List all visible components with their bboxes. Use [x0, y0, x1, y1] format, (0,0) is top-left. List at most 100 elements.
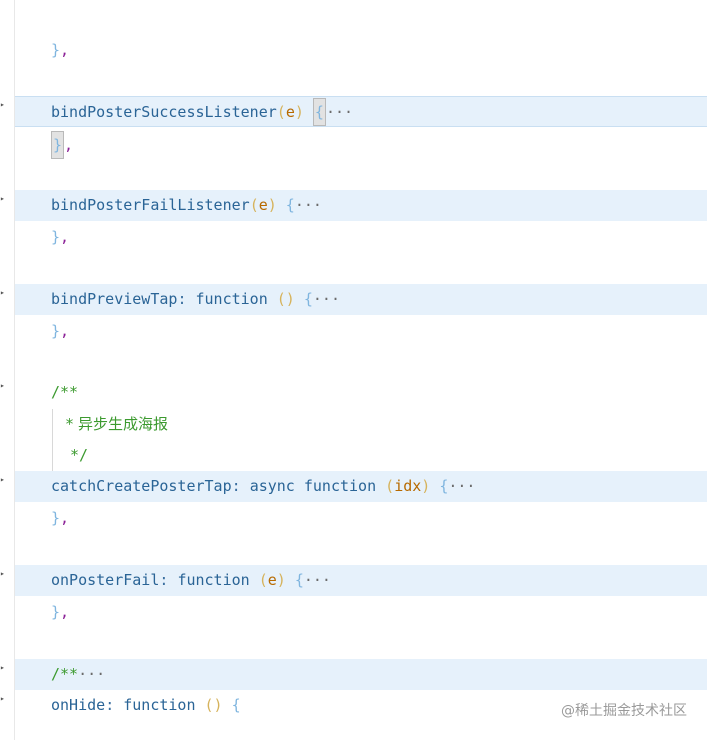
- fold-toggle-icon[interactable]: ▸: [0, 475, 5, 484]
- code-token: function: [303, 477, 377, 495]
- code-line[interactable]: },: [15, 130, 707, 161]
- code-token: ,: [60, 603, 70, 621]
- code-token: (): [204, 696, 223, 714]
- code-token: onHide: [51, 696, 106, 714]
- code-token: ): [294, 103, 304, 121]
- code-line[interactable]: },: [15, 35, 707, 66]
- code-token: idx: [394, 477, 422, 495]
- code-token: ): [267, 196, 277, 214]
- code-text: },: [51, 316, 69, 347]
- code-token: e: [267, 571, 277, 589]
- code-token: * 异步生成海报: [61, 415, 169, 433]
- code-token: }: [51, 322, 61, 340]
- fold-ellipsis[interactable]: ···: [78, 665, 105, 683]
- code-text: bindPreviewTap: function () {···: [51, 284, 340, 315]
- code-text: */: [61, 440, 88, 471]
- code-token: bindPosterSuccessListener: [51, 103, 277, 121]
- code-token: {: [285, 571, 304, 589]
- fold-toggle-icon[interactable]: ▸: [0, 194, 5, 203]
- code-text: /**···: [51, 659, 105, 690]
- code-token: catchCreatePosterTap: [51, 477, 232, 495]
- fold-toggle-icon[interactable]: ▸: [0, 381, 5, 390]
- code-line[interactable]: onPosterFail: function (e) {···: [15, 565, 707, 596]
- watermark: @稀土掘金技术社区: [561, 703, 687, 719]
- code-token: function: [195, 290, 268, 308]
- code-token: {: [222, 696, 241, 714]
- code-token: :: [177, 290, 196, 308]
- code-token: function: [177, 571, 250, 589]
- code-line[interactable]: },: [15, 597, 707, 628]
- code-token: }: [51, 603, 61, 621]
- code-text: /**: [51, 377, 78, 408]
- code-text: * 异步生成海报: [61, 409, 168, 440]
- fold-ellipsis[interactable]: ···: [295, 196, 322, 214]
- code-token: bindPosterFailListener: [51, 196, 250, 214]
- code-line[interactable]: bindPreviewTap: function () {···: [15, 284, 707, 315]
- code-line[interactable]: },: [15, 503, 707, 534]
- code-token: }: [51, 509, 61, 527]
- code-text: },: [51, 222, 69, 253]
- code-text: },: [51, 597, 69, 628]
- code-line[interactable]: catchCreatePosterTap: async function (id…: [15, 471, 707, 502]
- code-token: ,: [60, 322, 70, 340]
- code-text: },: [51, 35, 69, 66]
- code-text: bindPosterFailListener(e) {···: [51, 190, 322, 221]
- code-text: bindPosterSuccessListener(e) {···: [51, 97, 353, 128]
- code-text: onHide: function () {: [51, 690, 241, 721]
- code-token: function: [123, 696, 196, 714]
- code-token: }: [51, 131, 65, 159]
- code-token: {: [430, 477, 449, 495]
- code-token: (: [276, 103, 286, 121]
- code-token: ,: [60, 509, 70, 527]
- code-line[interactable]: },: [15, 222, 707, 253]
- code-token: ,: [64, 136, 74, 154]
- code-token: (): [276, 290, 295, 308]
- fold-ellipsis[interactable]: ···: [448, 477, 475, 495]
- code-token: {: [294, 290, 313, 308]
- code-token: /**: [51, 383, 79, 401]
- code-text: },: [51, 503, 69, 534]
- code-line[interactable]: /**: [15, 377, 707, 408]
- code-token: async: [249, 477, 295, 495]
- code-line[interactable]: },: [15, 316, 707, 347]
- code-line[interactable]: bindPosterSuccessListener(e) {···: [15, 96, 707, 127]
- code-token: e: [258, 196, 268, 214]
- fold-ellipsis[interactable]: ···: [326, 103, 353, 121]
- code-text: catchCreatePosterTap: async function (id…: [51, 471, 475, 502]
- code-token: (: [258, 571, 268, 589]
- code-line[interactable]: * 异步生成海报: [15, 409, 707, 440]
- fold-toggle-icon[interactable]: ▸: [0, 694, 5, 703]
- fold-toggle-icon[interactable]: ▸: [0, 663, 5, 672]
- code-token: }: [51, 41, 61, 59]
- code-line[interactable]: /**···: [15, 659, 707, 690]
- fold-ellipsis[interactable]: ···: [313, 290, 340, 308]
- code-token: /**: [51, 665, 79, 683]
- code-token: onPosterFail: [51, 571, 160, 589]
- code-token: ,: [60, 228, 70, 246]
- code-token: bindPreviewTap: [51, 290, 178, 308]
- code-token: ,: [60, 41, 70, 59]
- fold-ellipsis[interactable]: ···: [304, 571, 331, 589]
- code-token: }: [51, 228, 61, 246]
- code-token: (: [249, 196, 259, 214]
- code-token: ): [421, 477, 431, 495]
- code-token: :: [159, 571, 178, 589]
- fold-toggle-icon[interactable]: ▸: [0, 100, 5, 109]
- code-token: {: [276, 196, 295, 214]
- code-token: ): [276, 571, 286, 589]
- code-text: onPosterFail: function (e) {···: [51, 565, 331, 596]
- code-token: (: [385, 477, 395, 495]
- code-token: :: [105, 696, 124, 714]
- code-token: :: [231, 477, 250, 495]
- fold-toggle-icon[interactable]: ▸: [0, 569, 5, 578]
- code-line[interactable]: */: [15, 440, 707, 471]
- fold-toggle-icon[interactable]: ▸: [0, 288, 5, 297]
- code-line[interactable]: bindPosterFailListener(e) {···: [15, 190, 707, 221]
- code-token: {: [312, 98, 326, 126]
